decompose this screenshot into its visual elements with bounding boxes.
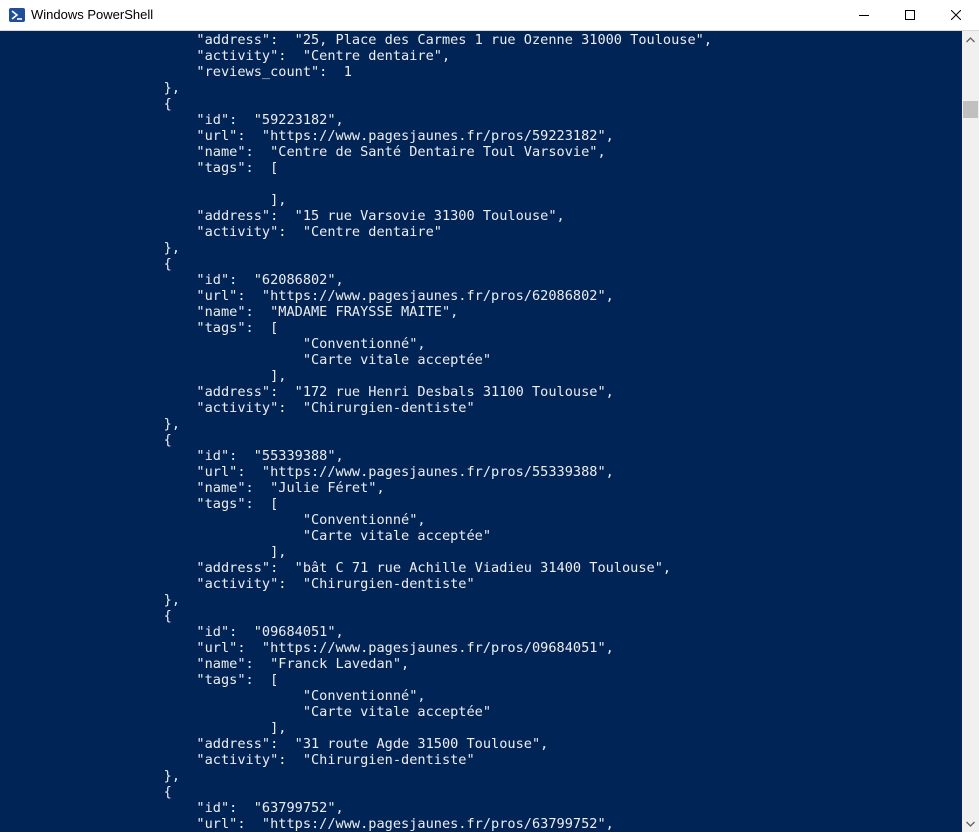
console-line: ], [0, 192, 287, 208]
console-line: { [0, 784, 172, 800]
console-line: }, [0, 240, 181, 256]
console-line: "id": "59223182", [0, 112, 344, 128]
console-line: }, [0, 80, 181, 96]
minimize-button[interactable] [841, 0, 887, 30]
console-line: "reviews_count": 1 [0, 64, 352, 80]
console-line: "activity": "Chirurgien-dentiste" [0, 752, 475, 768]
scroll-down-button[interactable] [962, 815, 979, 832]
console-line: }, [0, 416, 181, 432]
console-line: "tags": [ [0, 320, 279, 336]
console-line: "tags": [ [0, 160, 279, 176]
chevron-up-icon [966, 36, 975, 42]
scrollbar-thumb[interactable] [963, 101, 978, 118]
console-line: "activity": "Chirurgien-dentiste" [0, 576, 475, 592]
console-line: "tags": [ [0, 672, 279, 688]
console-line: "name": "Julie Féret", [0, 480, 385, 496]
console-line: "Carte vitale acceptée" [0, 528, 492, 544]
console-line: "activity": "Chirurgien-dentiste" [0, 400, 475, 416]
console-line: ], [0, 720, 287, 736]
title-bar[interactable]: Windows PowerShell [0, 0, 979, 31]
maximize-button[interactable] [887, 0, 933, 30]
console-line: "address": "bât C 71 rue Achille Viadieu… [0, 560, 672, 576]
console-line: }, [0, 592, 181, 608]
console-line: "url": "https://www.pagesjaunes.fr/pros/… [0, 816, 614, 832]
console-line: { [0, 256, 172, 272]
scroll-up-button[interactable] [962, 31, 979, 48]
console-output[interactable]: "address": "25, Place des Carmes 1 rue O… [0, 31, 962, 832]
console-line: "Conventionné", [0, 688, 426, 704]
console-line: "address": "25, Place des Carmes 1 rue O… [0, 32, 713, 48]
close-icon [951, 10, 961, 20]
console-line: { [0, 608, 172, 624]
console-line: "id": "09684051", [0, 624, 344, 640]
console-line: "address": "172 rue Henri Desbals 31100 … [0, 384, 614, 400]
powershell-icon [9, 8, 25, 22]
console-line: "url": "https://www.pagesjaunes.fr/pros/… [0, 640, 614, 656]
console-line: "url": "https://www.pagesjaunes.fr/pros/… [0, 464, 614, 480]
console-line: "name": "Franck Lavedan", [0, 656, 410, 672]
console-line: "address": "15 rue Varsovie 31300 Toulou… [0, 208, 565, 224]
console-line: "id": "63799752", [0, 800, 344, 816]
console-line: "name": "Centre de Santé Dentaire Toul V… [0, 144, 606, 160]
console-line: "id": "55339388", [0, 448, 344, 464]
console-line: "Conventionné", [0, 336, 426, 352]
powershell-window: Windows PowerShell "address": "25, Place… [0, 0, 979, 832]
console-line: "url": "https://www.pagesjaunes.fr/pros/… [0, 128, 614, 144]
console-line: "id": "62086802", [0, 272, 344, 288]
vertical-scrollbar[interactable] [962, 31, 979, 832]
console-line: ], [0, 544, 287, 560]
window-title: Windows PowerShell [31, 7, 154, 22]
console-line: "name": "MADAME FRAYSSE MAITE", [0, 304, 459, 320]
console-line: "tags": [ [0, 496, 279, 512]
console-line: { [0, 96, 172, 112]
console-line: "activity": "Centre dentaire", [0, 48, 451, 64]
chevron-down-icon [966, 821, 975, 827]
console-line: "Carte vitale acceptée" [0, 352, 492, 368]
console-line: "url": "https://www.pagesjaunes.fr/pros/… [0, 288, 614, 304]
close-button[interactable] [933, 0, 979, 30]
console-line: }, [0, 768, 181, 784]
console-line: "Conventionné", [0, 512, 426, 528]
console-line: "activity": "Centre dentaire" [0, 224, 442, 240]
maximize-icon [905, 10, 915, 20]
console-line: ], [0, 368, 287, 384]
minimize-icon [859, 15, 869, 16]
console-line: "address": "31 route Agde 31500 Toulouse… [0, 736, 549, 752]
console-line: { [0, 432, 172, 448]
console-line: "Carte vitale acceptée" [0, 704, 492, 720]
